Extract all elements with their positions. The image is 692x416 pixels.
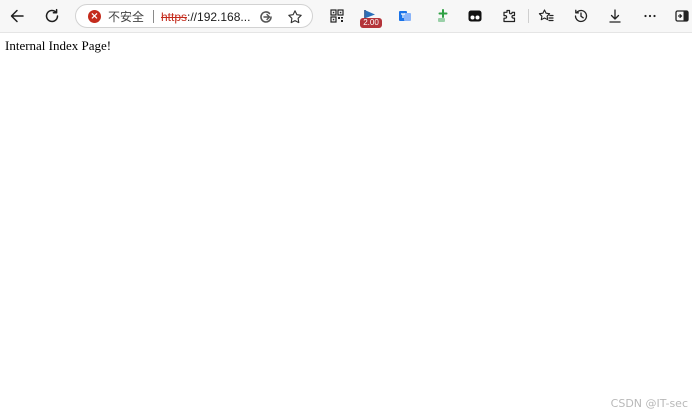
refresh-button[interactable] — [40, 4, 64, 28]
puzzle-plus-extension-icon — [438, 9, 448, 22]
refresh-icon — [45, 8, 59, 23]
extension-tampermonkey[interactable] — [463, 4, 487, 28]
extension-badge: 2.00 — [360, 18, 382, 28]
extension-plus[interactable] — [430, 4, 454, 28]
favorites-button[interactable] — [534, 4, 558, 28]
tampermonkey-icon — [468, 10, 482, 22]
url-scheme: https — [161, 10, 188, 24]
sidebar-button[interactable] — [670, 4, 692, 28]
extensions-button[interactable] — [497, 4, 521, 28]
history-button[interactable] — [569, 4, 593, 28]
sidebar-icon — [675, 10, 689, 22]
url-host: ://192.168... — [187, 10, 251, 24]
favorite-button[interactable] — [283, 5, 307, 29]
read-aloud-icon — [260, 11, 272, 23]
qr-code-icon — [330, 9, 344, 23]
extension-translate[interactable] — [393, 4, 417, 28]
more-button[interactable] — [638, 4, 662, 28]
extension-qr-code[interactable] — [325, 4, 349, 28]
arrow-left-icon — [10, 9, 24, 23]
address-bar[interactable]: × 不安全 https://192.168... — [75, 4, 313, 28]
downloads-button[interactable] — [603, 4, 627, 28]
translate-extension-icon — [399, 11, 411, 21]
toolbar-divider — [528, 9, 529, 23]
page-body-text: Internal Index Page! — [5, 38, 112, 53]
back-button[interactable] — [5, 4, 29, 28]
download-icon — [609, 9, 621, 23]
browser-toolbar: × 不安全 https://192.168... 2.00 — [0, 0, 692, 33]
watermark-text: CSDN @IT-sec — [610, 397, 688, 410]
security-label[interactable]: 不安全 — [108, 9, 144, 25]
url-text[interactable]: https://192.168... — [161, 9, 250, 25]
history-icon — [574, 9, 588, 23]
not-secure-icon[interactable]: × — [88, 10, 101, 23]
puzzle-icon — [503, 9, 516, 23]
address-divider — [153, 10, 154, 23]
star-icon — [288, 10, 302, 24]
read-aloud-button[interactable] — [254, 5, 278, 29]
favorites-icon — [538, 9, 554, 22]
more-icon — [644, 14, 656, 18]
